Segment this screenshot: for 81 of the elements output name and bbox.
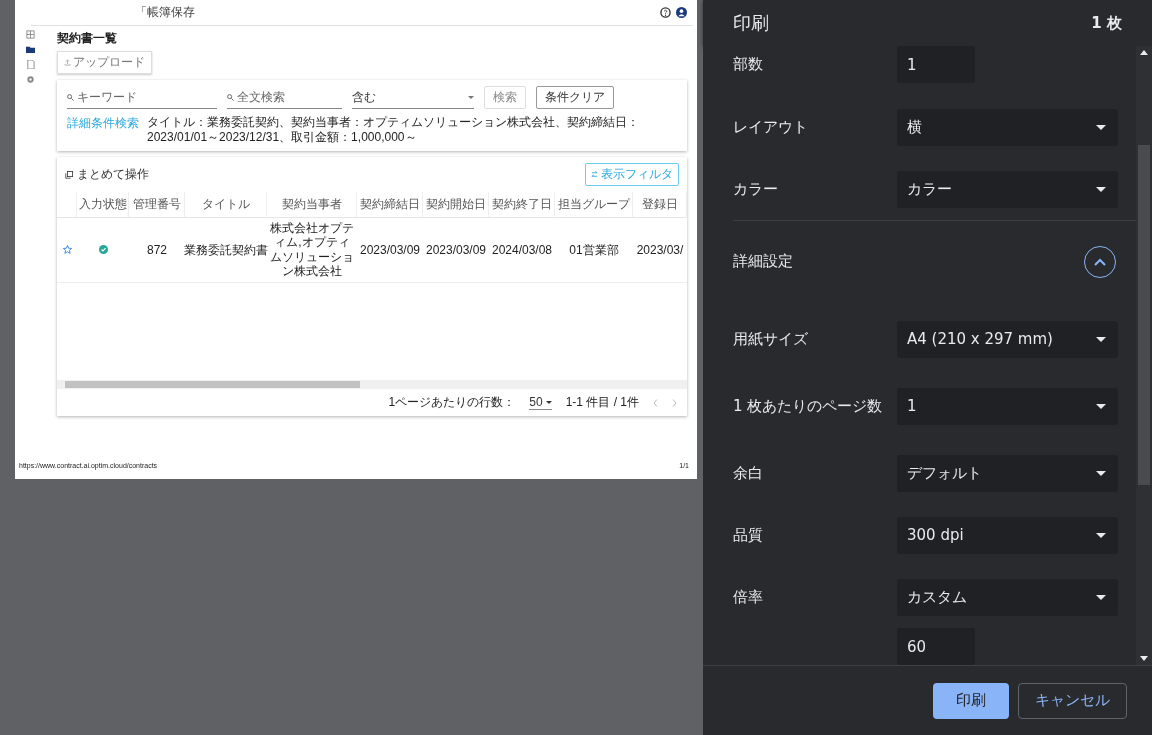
search-button[interactable]: 検索 (484, 86, 526, 109)
search-conditions-summary: タイトル：業務委託契約、契約当事者：オプティムソリューション株式会社、契約締結日：2023/01/01～2023/12/31、取引金額：1,000,000～ (147, 115, 640, 145)
bulk-action-label: まとめて操作 (77, 166, 149, 183)
folder-icon[interactable] (25, 45, 35, 54)
sheet-count: 1 枚 (1091, 13, 1122, 33)
settings-icon[interactable] (25, 75, 35, 84)
setting-label: 1 枚あたりのページ数 (733, 395, 884, 417)
column-header[interactable]: 契約終了日 (489, 192, 555, 218)
horizontal-scrollbar[interactable] (65, 381, 360, 388)
column-header[interactable]: 担当グループ (555, 192, 633, 218)
column-header[interactable]: 契約開始日 (423, 192, 489, 218)
setting-label: カラー (733, 178, 779, 200)
column-header[interactable]: 契約当事者 (267, 192, 357, 218)
setting-label: 倍率 (733, 586, 764, 608)
dropdown-caret-icon (1096, 532, 1106, 538)
table-cell: 2023/03/09 (423, 218, 489, 283)
cancel-button[interactable]: キャンセル (1018, 682, 1127, 719)
header-cell (57, 192, 77, 218)
keyword-field[interactable]: キーワード (67, 86, 217, 109)
print-dialog-title: 印刷 (733, 11, 769, 35)
search-icon (67, 93, 74, 101)
setting-input[interactable]: 60 (897, 628, 975, 665)
dropdown-caret-icon (1096, 470, 1106, 476)
table-cell: 2023/03/09 (357, 218, 423, 283)
table-cell: 2023/03/ (633, 218, 687, 283)
star-icon[interactable] (62, 245, 72, 255)
setting-select[interactable]: 300 dpi (897, 516, 1118, 554)
setting-select[interactable]: 1 (897, 387, 1118, 425)
grid-icon[interactable] (25, 30, 35, 39)
vertical-scrollbar[interactable] (1138, 145, 1150, 485)
previous-page-icon[interactable] (653, 398, 658, 407)
scroll-up-icon[interactable] (1140, 50, 1148, 55)
next-page-icon[interactable] (672, 398, 677, 407)
rows-per-page-select[interactable]: 50 (529, 395, 552, 410)
dropdown-caret-icon (1096, 336, 1106, 342)
setting-label: 品質 (733, 524, 764, 546)
help-icon[interactable] (660, 7, 671, 18)
upload-icon (64, 59, 71, 66)
table-cell: 872 (129, 218, 185, 283)
setting-select[interactable]: 横 (897, 108, 1118, 146)
table-cell: 業務委託契約書 (185, 218, 267, 283)
page-range: 1-1 件目 / 1件 (565, 394, 639, 411)
app-title: 「帳簿保存 (135, 4, 196, 21)
dropdown-caret-icon (1096, 186, 1106, 192)
search-icon (227, 93, 234, 101)
dropdown-caret-icon (545, 400, 552, 404)
copy-icon[interactable] (65, 170, 73, 179)
upload-button[interactable]: アップロード (57, 51, 152, 74)
table-cell: 01営業部 (555, 218, 633, 283)
scroll-down-icon[interactable] (1140, 656, 1148, 661)
setting-input[interactable]: 1 (897, 46, 975, 83)
setting-label: 余白 (733, 462, 764, 484)
setting-label: 部数 (733, 54, 764, 75)
print-button[interactable]: 印刷 (933, 682, 1009, 719)
setting-select[interactable]: カラー (897, 170, 1118, 208)
setting-select[interactable]: A4 (210 x 297 mm) (897, 320, 1118, 358)
document-icon[interactable] (25, 60, 35, 69)
setting-label: レイアウト (733, 116, 809, 138)
dropdown-caret-icon (1096, 594, 1106, 600)
setting-select[interactable]: デフォルト (897, 454, 1118, 492)
column-header[interactable]: 管理番号 (129, 192, 185, 218)
fulltext-search-field[interactable]: 全文検索 (227, 86, 342, 109)
clear-conditions-button[interactable]: 条件クリア (536, 86, 614, 109)
table-cell: 株式会社オプティム,オプティムソリューション株式会社 (267, 218, 357, 283)
column-header[interactable]: 入力状態 (77, 192, 129, 218)
column-header[interactable]: 契約締結日 (357, 192, 423, 218)
dropdown-caret-icon (468, 95, 474, 99)
setting-label: 用紙サイズ (733, 328, 809, 350)
match-select[interactable]: 含む (352, 86, 474, 109)
page-title: 契約書一覧 (57, 30, 118, 47)
setting-select[interactable]: カスタム (897, 578, 1118, 616)
dropdown-caret-icon (1096, 403, 1106, 409)
column-header[interactable]: タイトル (185, 192, 267, 218)
chevron-icon (1094, 257, 1106, 266)
swap-icon (591, 171, 598, 178)
section-title: 詳細設定 (733, 251, 794, 273)
dropdown-caret-icon (1096, 124, 1106, 130)
table-cell: 2024/03/08 (489, 218, 555, 283)
column-header[interactable]: 登録日 (633, 192, 687, 218)
rows-per-page-label: 1ページあたりの行数： (388, 394, 516, 411)
user-icon[interactable] (676, 7, 687, 18)
